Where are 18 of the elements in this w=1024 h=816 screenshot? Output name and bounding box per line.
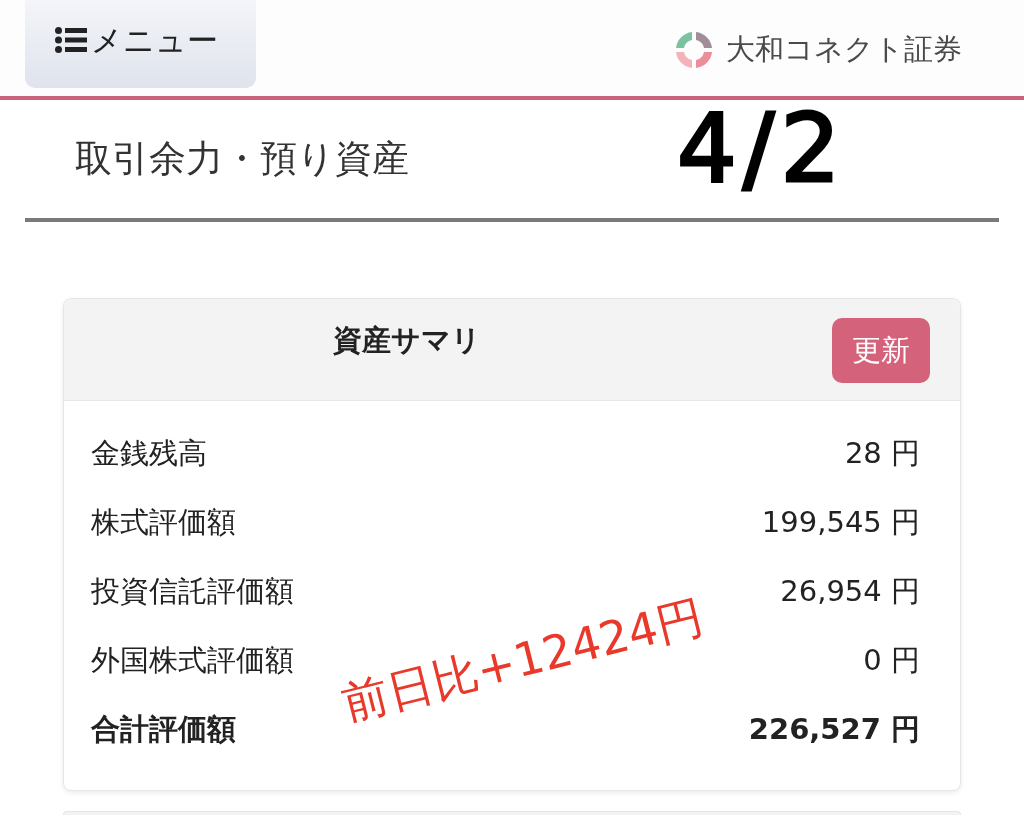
asset-label: 株式評価額 [91, 503, 236, 541]
total-label: 合計評価額 [91, 710, 236, 748]
asset-label: 金銭残高 [91, 434, 207, 472]
asset-value: 0 円 [863, 641, 920, 679]
asset-label: 投資信託評価額 [91, 572, 294, 610]
asset-value: 26,954 円 [780, 572, 920, 610]
total-value: 226,527 円 [748, 710, 920, 748]
page-title: 取引余力・預り資産 [75, 136, 409, 183]
menu-icon [55, 27, 87, 53]
asset-label: 外国株式評価額 [91, 641, 294, 679]
refresh-button[interactable]: 更新 [832, 318, 930, 383]
asset-value: 28 円 [844, 434, 920, 472]
card-title: 資産サマリ [333, 323, 481, 357]
logo-text: 大和コネクト証券 [726, 31, 962, 69]
menu-button[interactable]: メニュー [25, 0, 256, 88]
handwritten-date: 4/2 [677, 102, 847, 196]
asset-value: 199,545 円 [761, 503, 920, 541]
handwritten-note: 前日比+12424円 [337, 593, 707, 727]
